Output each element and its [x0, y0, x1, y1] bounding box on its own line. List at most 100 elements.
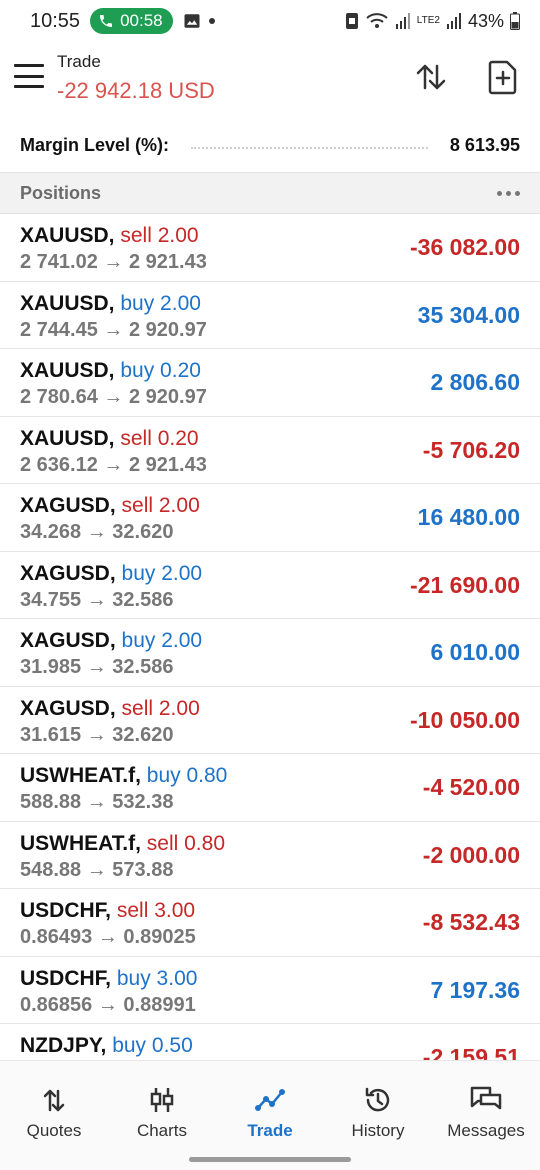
position-profit: 7 197.36: [430, 976, 520, 1003]
position-row[interactable]: XAGUSD, buy 2.00 31.985 → 32.586 6 010.00: [0, 619, 540, 687]
position-type: buy 2.00: [120, 291, 201, 315]
position-row[interactable]: USWHEAT.f, buy 0.80 588.88 → 532.38 -4 520…: [0, 754, 540, 822]
position-profit: -8 532.43: [422, 909, 520, 935]
position-type: sell 0.20: [120, 426, 199, 450]
hamburger-menu-icon[interactable]: [14, 64, 44, 88]
position-prices: 31.615 → 32.620: [20, 723, 174, 746]
new-order-icon[interactable]: [484, 58, 522, 96]
position-symbol: XAUUSD,: [20, 291, 115, 315]
position-symbol: XAGUSD,: [20, 494, 116, 517]
nav-quotes-label: Quotes: [26, 1121, 82, 1140]
position-symbol: USDCHF,: [20, 899, 112, 922]
position-symbol: USWHEAT.f,: [20, 831, 141, 855]
nav-messages[interactable]: Messages: [432, 1061, 540, 1150]
position-type: buy 0.20: [120, 359, 201, 382]
position-title: USWHEAT.f, sell 0.80: [20, 832, 225, 856]
nav-charts[interactable]: Charts: [108, 1061, 216, 1150]
position-prices: 0.86493 → 0.89025: [20, 926, 196, 948]
position-prices: 2 744.45 → 2 920.97: [20, 318, 207, 341]
position-title: XAUUSD, sell 0.20: [20, 427, 199, 451]
status-bar: 10:55 00:58 LTE2 43%: [0, 0, 540, 42]
positions-title: Positions: [20, 182, 102, 203]
position-type: sell 2.00: [121, 494, 200, 517]
status-time: 10:55: [30, 9, 81, 32]
position-profit: 16 480.00: [417, 504, 520, 530]
position-profit: -10 050.00: [410, 706, 520, 733]
position-title: XAGUSD, sell 2.00: [20, 494, 200, 518]
gesture-bar[interactable]: [189, 1157, 351, 1162]
position-symbol: XAGUSD,: [20, 629, 116, 652]
position-prices: 31.985 → 32.586: [20, 656, 174, 678]
margin-level-label: Margin Level (%):: [20, 134, 170, 155]
position-prices: 0.86856 → 0.88991: [20, 993, 196, 1016]
notification-dot-icon: [208, 18, 215, 24]
more-options-icon[interactable]: [497, 190, 520, 196]
position-profit: 2 806.60: [430, 369, 520, 395]
nav-messages-label: Messages: [447, 1121, 525, 1140]
position-type: buy 0.50: [112, 1034, 193, 1057]
positions-section-header: Positions: [0, 172, 540, 214]
chat-bubbles-icon: [469, 1085, 503, 1115]
position-row[interactable]: USDCHF, buy 3.00 0.86856 → 0.88991 7 197.3…: [0, 957, 540, 1024]
sort-icon[interactable]: [412, 58, 450, 96]
quotes-arrows-icon: [40, 1085, 68, 1115]
positions-list: XAUUSD, sell 2.00 2 741.02 → 2 921.43 -36 …: [0, 214, 540, 1060]
position-row[interactable]: XAGUSD, buy 2.00 34.755 → 32.586 -21 690.0…: [0, 552, 540, 619]
gallery-icon: [183, 12, 201, 30]
position-title: USDCHF, sell 3.00: [20, 899, 195, 923]
position-type: buy 2.00: [121, 561, 203, 585]
position-row[interactable]: XAUUSD, sell 2.00 2 741.02 → 2 921.43 -36 …: [0, 214, 540, 282]
battery-icon: [510, 12, 520, 30]
position-row[interactable]: USDCHF, sell 3.00 0.86493 → 0.89025 -8 532…: [0, 889, 540, 957]
trend-line-icon: [254, 1085, 286, 1115]
position-profit: -36 082.00: [410, 234, 520, 260]
nav-history-label: History: [351, 1121, 405, 1140]
position-row[interactable]: USWHEAT.f, sell 0.80 548.88 → 573.88 -2 00…: [0, 822, 540, 889]
position-prices: 34.755 → 32.586: [20, 588, 174, 611]
position-title: USDCHF, buy 3.00: [20, 967, 197, 991]
position-symbol: NZDJPY,: [20, 1034, 107, 1057]
margin-level-value: 8 613.95: [449, 134, 520, 155]
position-title: USWHEAT.f, buy 0.80: [20, 764, 227, 788]
position-row[interactable]: XAGUSD, sell 2.00 31.615 → 32.620 -10 050.…: [0, 687, 540, 754]
position-title: XAGUSD, sell 2.00: [20, 697, 200, 721]
call-timer-pill[interactable]: 00:58: [90, 8, 173, 34]
position-profit: -2 000.00: [422, 841, 520, 868]
position-type: buy 0.80: [146, 764, 228, 787]
position-row[interactable]: XAUUSD, buy 0.20 2 780.64 → 2 920.97 2 806…: [0, 349, 540, 417]
position-title: NZDJPY, buy 0.50: [20, 1034, 193, 1058]
position-symbol: XAUUSD,: [20, 426, 115, 450]
status-right: LTE2 43%: [345, 11, 520, 32]
gesture-area: [0, 1150, 540, 1170]
position-profit: -2 159.51: [422, 1044, 520, 1060]
margin-level-row: Margin Level (%): 8 613.95: [0, 118, 540, 172]
position-row[interactable]: XAGUSD, sell 2.00 34.268 → 32.620 16 480.0…: [0, 484, 540, 552]
network-type-label: LTE2: [416, 15, 440, 26]
position-prices: 2 636.12 → 2 921.43: [20, 453, 207, 476]
position-title: XAUUSD, sell 2.00: [20, 224, 199, 248]
signal-1-icon: [395, 13, 410, 29]
position-profit: 35 304.00: [417, 301, 520, 328]
position-prices: 34.268 → 32.620: [20, 521, 174, 543]
dotted-leader: [191, 147, 428, 149]
position-title: XAGUSD, buy 2.00: [20, 629, 202, 653]
position-type: sell 2.00: [120, 224, 199, 247]
position-row[interactable]: NZDJPY, buy 0.50 -2 159.51: [0, 1024, 540, 1060]
position-profit: 6 010.00: [430, 639, 520, 665]
position-symbol: XAGUSD,: [20, 561, 116, 585]
lock-app-icon: [345, 13, 358, 29]
position-symbol: USWHEAT.f,: [20, 764, 141, 787]
nav-quotes[interactable]: Quotes: [0, 1061, 108, 1150]
position-prices: 2 741.02 → 2 921.43: [20, 251, 207, 273]
position-row[interactable]: XAUUSD, buy 2.00 2 744.45 → 2 920.97 35 30…: [0, 282, 540, 349]
position-prices: 548.88 → 573.88: [20, 858, 174, 881]
position-symbol: XAUUSD,: [20, 359, 115, 382]
position-profit: -5 706.20: [422, 436, 520, 463]
position-symbol: XAUUSD,: [20, 224, 115, 247]
nav-history[interactable]: History: [324, 1061, 432, 1150]
position-row[interactable]: XAUUSD, sell 0.20 2 636.12 → 2 921.43 -5 7…: [0, 417, 540, 484]
nav-trade[interactable]: Trade: [216, 1061, 324, 1150]
position-profit: -4 520.00: [422, 774, 520, 800]
position-title: XAUUSD, buy 2.00: [20, 292, 201, 316]
wifi-icon: [366, 13, 388, 28]
